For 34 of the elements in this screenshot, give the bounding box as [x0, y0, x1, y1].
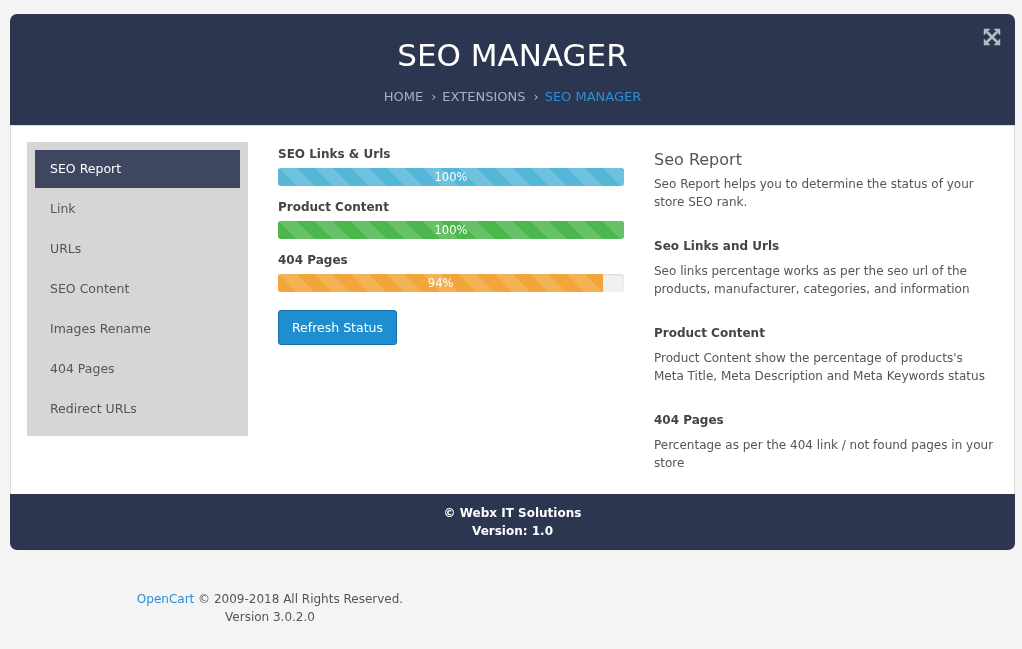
- sidebar-item[interactable]: 404 Pages: [35, 350, 240, 388]
- breadcrumb-link[interactable]: SEO MANAGER: [544, 89, 642, 104]
- sidebar-item[interactable]: SEO Content: [35, 270, 240, 308]
- copyright-text: © Webx IT Solutions: [442, 505, 583, 522]
- opencart-link[interactable]: OpenCart: [136, 592, 195, 606]
- breadcrumb-link[interactable]: HOME: [383, 89, 424, 104]
- sidebar-item[interactable]: Link: [35, 190, 240, 228]
- report-description: Seo Report helps you to determine the status of your store SEO rank.: [654, 176, 975, 211]
- version-text: Version: 1.0: [471, 523, 554, 540]
- progress-reading: 100%: [434, 170, 468, 184]
- copyright-text: © 2009-2018 All Rights Reserved.: [198, 592, 404, 606]
- section-heading: 404 Pages: [654, 413, 725, 427]
- progress-reading: 94%: [427, 276, 454, 290]
- breadcrumb-separator: ›: [533, 89, 539, 104]
- sidebar-item[interactable]: Redirect URLs: [35, 390, 240, 428]
- sidebar-item[interactable]: URLs: [35, 230, 240, 268]
- progress-label: 404 Pages: [278, 252, 349, 268]
- section-description: Percentage as per the 404 link / not found pages in your store: [654, 437, 994, 472]
- progress-label: SEO Links & Urls: [278, 146, 392, 162]
- sidebar-item[interactable]: Images Rename: [35, 310, 240, 348]
- breadcrumb-link[interactable]: EXTENSIONS: [442, 89, 526, 104]
- refresh-status-button[interactable]: Refresh Status: [278, 310, 397, 345]
- breadcrumb-separator: ›: [431, 89, 437, 104]
- sidebar-item[interactable]: SEO Report: [35, 150, 240, 188]
- progress-label: Product Content: [278, 199, 390, 215]
- page-title: SEO MANAGER: [397, 36, 628, 75]
- progress-reading: 100%: [434, 223, 468, 237]
- section-description: Seo links percentage works as per the seo url of the products, manufacturer, categories, and information: [654, 263, 971, 298]
- report-title: Seo Report: [654, 150, 743, 169]
- section-heading: Product Content: [654, 326, 766, 340]
- section-description: Product Content show the percentage of products's Meta Title, Meta Description and Meta Keywords status: [654, 350, 986, 385]
- expand-icon[interactable]: [983, 28, 1001, 46]
- version-text: Version 3.0.2.0: [224, 609, 316, 626]
- section-heading: Seo Links and Urls: [654, 239, 781, 253]
